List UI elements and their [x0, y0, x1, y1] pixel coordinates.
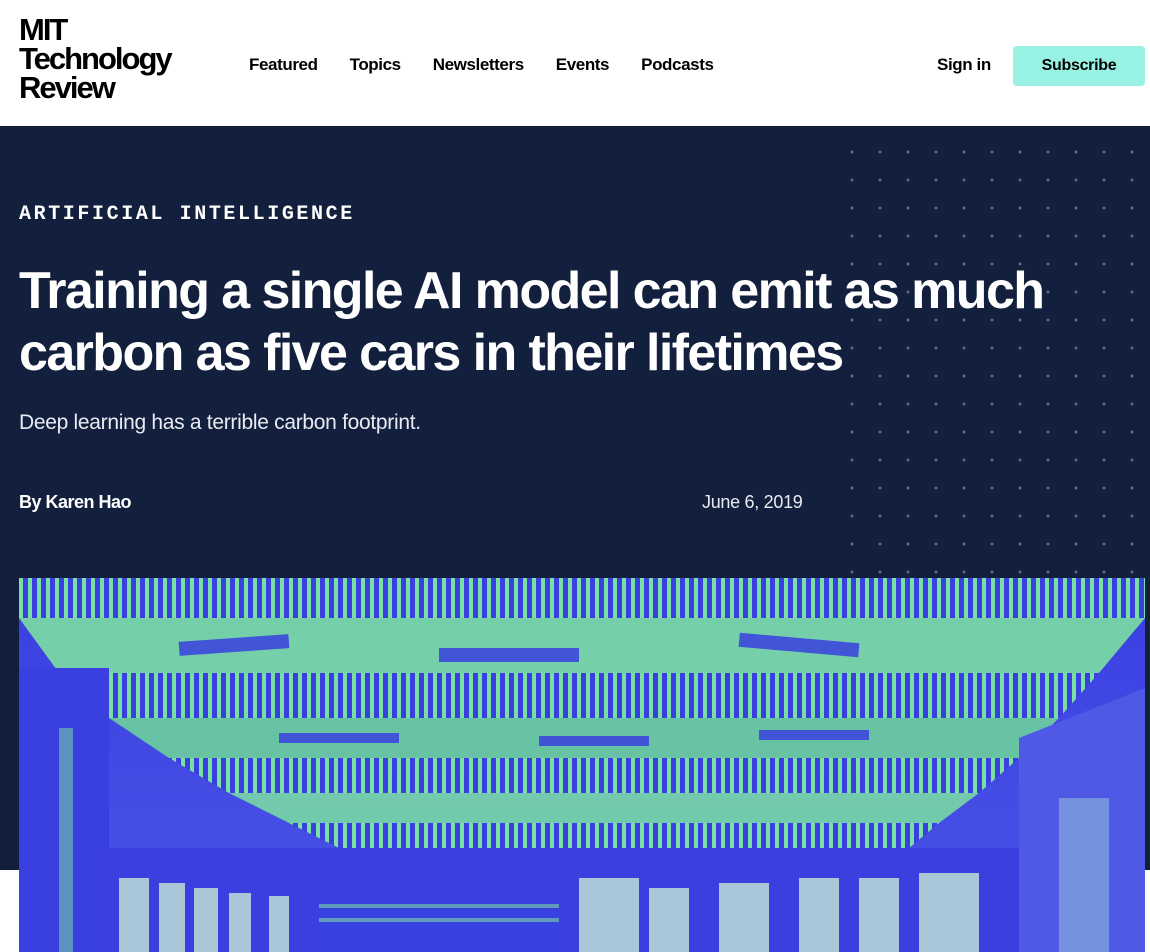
nav-item-featured[interactable]: Featured: [249, 54, 318, 76]
data-center-photo-icon: [19, 578, 1145, 952]
site-logo[interactable]: MIT Technology Review: [19, 12, 199, 105]
nav-item-newsletters[interactable]: Newsletters: [433, 54, 524, 76]
article-title: Training a single AI model can emit as m…: [19, 262, 1045, 382]
article-byline[interactable]: By Karen Hao: [19, 492, 132, 513]
article-subtitle: Deep learning has a terrible carbon foot…: [19, 411, 421, 434]
lead-image: [19, 578, 1145, 952]
sign-in-link[interactable]: Sign in: [937, 54, 991, 76]
nav-item-topics[interactable]: Topics: [350, 54, 402, 76]
subscribe-button[interactable]: Subscribe: [1013, 46, 1145, 86]
logo-line-1: MIT: [19, 12, 68, 47]
site-header: MIT Technology Review Featured Topics Ne…: [0, 0, 1150, 126]
nav-item-podcasts[interactable]: Podcasts: [641, 54, 714, 76]
logo-line-2: Technology: [19, 41, 173, 76]
main-nav: Featured Topics Newsletters Events Podca…: [249, 54, 746, 76]
article-category[interactable]: ARTIFICIAL INTELLIGENCE: [19, 203, 355, 226]
logo-line-3: Review: [19, 70, 116, 105]
nav-item-events[interactable]: Events: [556, 54, 610, 76]
article-date: June 6, 2019: [702, 492, 803, 512]
